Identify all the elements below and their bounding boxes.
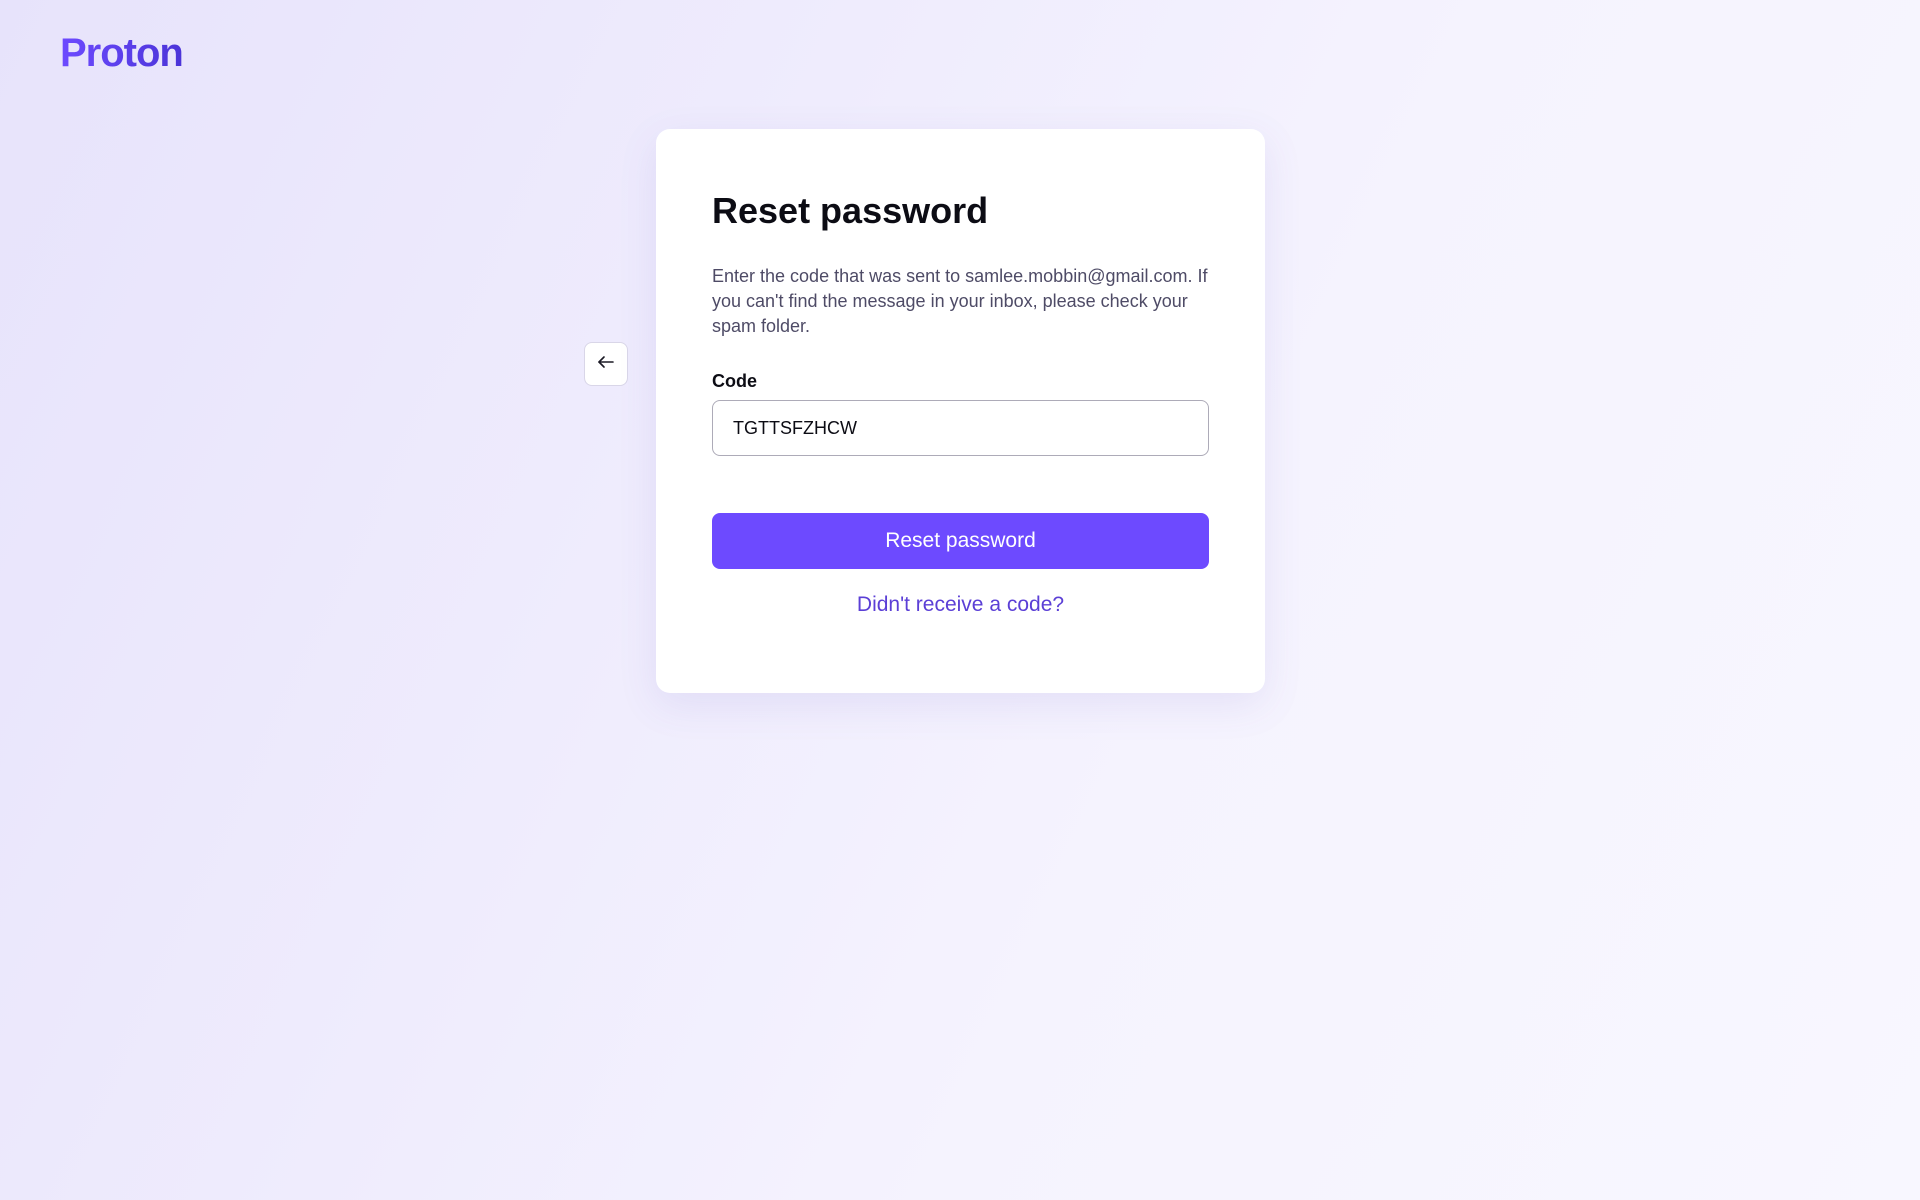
back-button[interactable] — [584, 342, 628, 386]
arrow-left-icon — [596, 352, 616, 377]
instructions-text: Enter the code that was sent to samlee.m… — [712, 266, 1208, 337]
resend-code-link[interactable]: Didn't receive a code? — [712, 593, 1209, 617]
code-label: Code — [712, 371, 757, 392]
code-input[interactable] — [712, 400, 1209, 457]
proton-logo[interactable]: Proton — [60, 30, 184, 76]
reset-password-button[interactable]: Reset password — [712, 513, 1209, 570]
reset-password-card: Reset password Enter the code that was s… — [656, 129, 1265, 693]
page-title: Reset password — [712, 190, 989, 231]
